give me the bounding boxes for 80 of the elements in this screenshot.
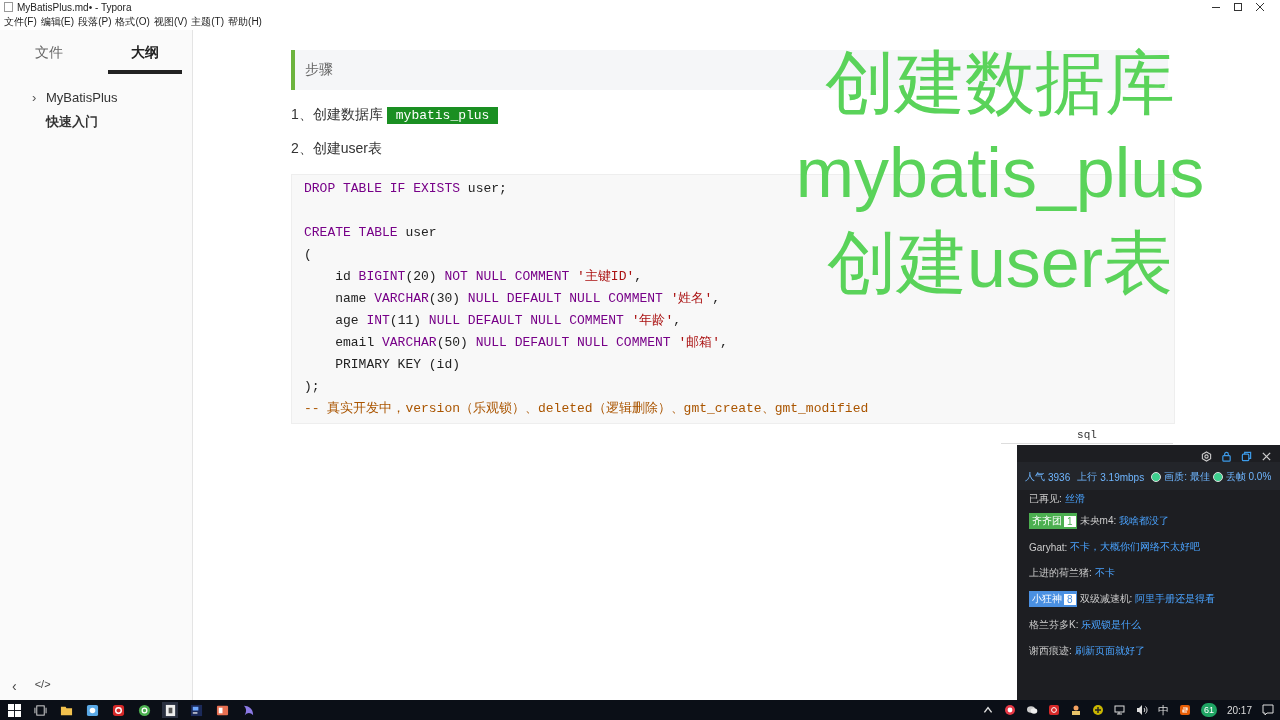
chat-message: 不卡，大概你们网络不太好吧 [1070, 540, 1201, 554]
fan-badge: 小狂神 8 [1029, 591, 1077, 607]
lock-icon[interactable] [1221, 451, 1232, 462]
code-line: name VARCHAR(30) NULL DEFAULT NULL COMMENT '姓名', [334, 290, 721, 308]
menu-item[interactable]: 编辑(E) [40, 15, 75, 29]
maximize-button[interactable] [1234, 3, 1242, 11]
chat-message: 我啥都没了 [1119, 514, 1170, 528]
app-icon[interactable] [84, 702, 100, 718]
menu-item[interactable]: 主题(T) [191, 15, 225, 29]
sidebar-tab[interactable]: 文件 [12, 44, 86, 74]
app-icon[interactable] [1178, 704, 1191, 716]
document-icon[interactable] [162, 702, 178, 718]
clock[interactable]: 20:17 [1226, 704, 1252, 716]
popout-icon[interactable] [1241, 451, 1252, 462]
chat-message: 乐观锁是什么 [1081, 618, 1142, 632]
chat-username: 已再见: [1029, 492, 1062, 506]
network-icon[interactable] [1113, 704, 1126, 716]
app-icon[interactable] [1047, 704, 1060, 716]
note-text: 步骤 [305, 61, 333, 77]
notifications-icon[interactable] [1262, 704, 1274, 716]
code-line: PRIMARY KEY (id) [334, 356, 461, 374]
stat-value: 3936 [1048, 471, 1071, 483]
caption-text: mybatis_plus [795, 133, 1205, 214]
code-line: ); [304, 378, 320, 396]
chat-username: 双级减速机: [1079, 592, 1133, 606]
app-icon [4, 2, 13, 12]
back-button[interactable]: ‹ [12, 678, 17, 694]
fan-badge: 齐齐团 1 [1029, 513, 1077, 529]
close-icon[interactable] [1261, 451, 1272, 462]
menu-item[interactable]: 段落(P) [78, 15, 112, 29]
code-line: -- 真实开发中，version（乐观锁）、deleted（逻辑删除）、gmt_create、gmt_modified [304, 400, 869, 418]
step-text: 2、创建user表 [291, 140, 383, 158]
code-line: ( [304, 246, 312, 264]
window-title: MyBatisPlus.md• - Typora [17, 1, 133, 13]
caret-icon[interactable]: › [32, 90, 40, 105]
settings-icon[interactable] [1201, 451, 1212, 462]
input-method-indicator[interactable]: 中 [1157, 702, 1169, 718]
chat-username: 格兰芬多K: [1029, 618, 1079, 632]
windows-start-icon[interactable] [6, 702, 22, 718]
chat-message: 刷新页面就好了 [1074, 644, 1145, 658]
code-line: CREATE TABLE user [304, 224, 437, 242]
step-text: 1、创建数据库 [291, 106, 383, 124]
code-line: id BIGINT(20) NOT NULL COMMENT '主键ID', [334, 268, 643, 286]
stat-label: 人气 [1025, 470, 1045, 484]
code-line: age INT(11) NULL DEFAULT NULL COMMENT '年龄', [334, 312, 682, 330]
record-icon[interactable] [1003, 704, 1016, 716]
chat-message: 不卡 [1094, 566, 1115, 580]
caption-text: 创建user表 [826, 223, 1174, 304]
ide-icon[interactable] [188, 702, 204, 718]
source-code-button[interactable]: </> [34, 678, 51, 694]
chat-username: 未央m4: [1079, 514, 1117, 528]
chat-username: 上进的荷兰猪: [1029, 566, 1092, 580]
menu-item[interactable]: 帮助(H) [228, 15, 262, 29]
task-view-icon[interactable] [32, 702, 48, 718]
chat-username: Garyhat: [1029, 541, 1068, 553]
code-line: DROP TABLE IF EXISTS user; [304, 180, 507, 198]
status-label: 丢帧 0.0% [1225, 470, 1272, 484]
chat-message: 阿里手册还是得看 [1135, 592, 1216, 606]
menu-item[interactable]: 视图(V) [153, 15, 188, 29]
speaker-icon[interactable] [1135, 704, 1148, 716]
chat-bubbles-icon[interactable] [1025, 704, 1038, 716]
chat-username: 谢西痕迹: [1029, 644, 1072, 658]
chat-message: 丝滑 [1064, 492, 1085, 506]
outline-item[interactable]: MyBatisPlus [46, 90, 118, 105]
outline-item[interactable]: 快速入门 [46, 113, 98, 131]
sidebar-tab[interactable]: 大纲 [108, 44, 182, 74]
figure-icon[interactable] [1069, 704, 1082, 716]
stat-label: 上行 [1077, 470, 1098, 484]
status-label: 画质: 最佳 [1164, 470, 1210, 484]
code-line: email VARCHAR(50) NULL DEFAULT NULL COMMENT '邮箱', [334, 334, 728, 352]
caption-text: 创建数据库 [825, 43, 1175, 124]
menu-item[interactable]: 格式(O) [115, 15, 150, 29]
close-button[interactable] [1256, 3, 1264, 11]
browser-icon[interactable] [136, 702, 152, 718]
menu-item[interactable]: 文件(F) [4, 15, 37, 29]
app-icon[interactable] [110, 702, 126, 718]
language-field[interactable]: sql [1001, 424, 1173, 444]
plus-circle-icon[interactable] [1091, 704, 1104, 716]
inline-code: mybatis_plus [386, 106, 499, 124]
stat-value: 3.19mbps [1100, 471, 1145, 483]
